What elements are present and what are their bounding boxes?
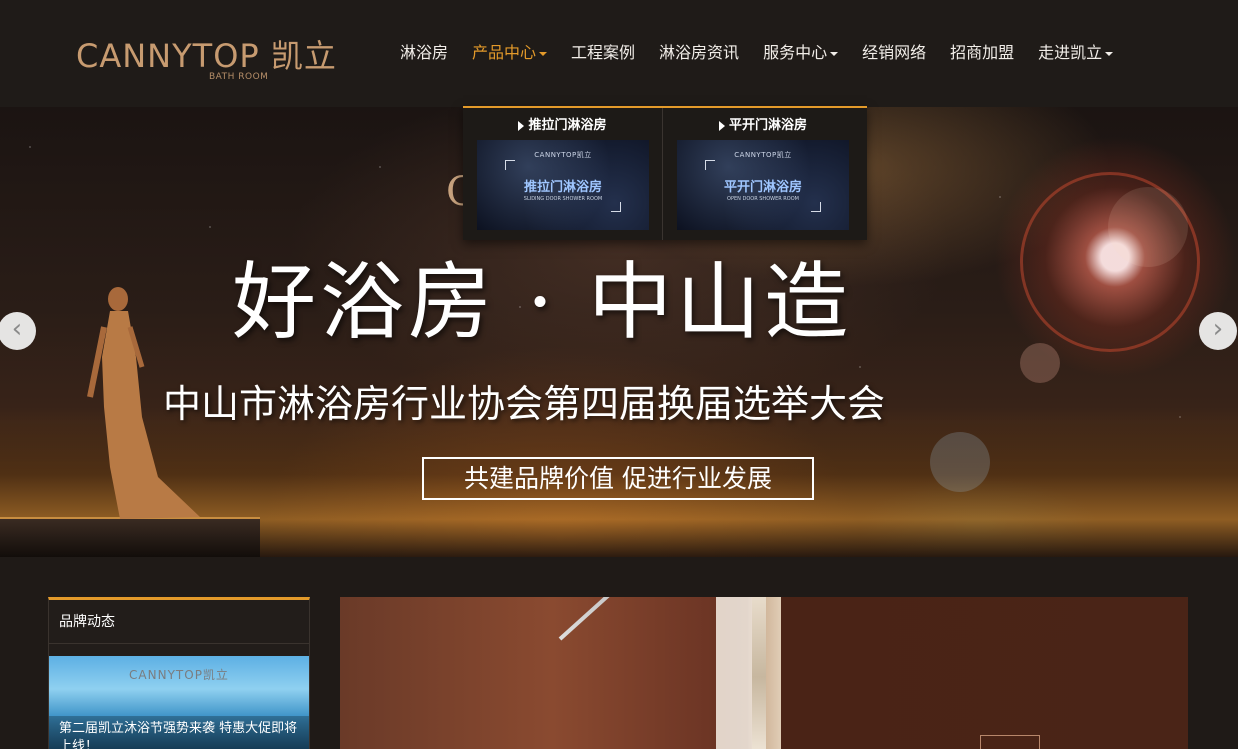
brand-news-image[interactable]: CANNYTOP凯立 第二届凯立沐浴节强势来袭 特惠大促即将上线！ xyxy=(49,656,309,749)
dropdown-thumbnail[interactable]: CANNYTOP凯立 推拉门淋浴房 SLIDING DOOR SHOWER RO… xyxy=(477,140,649,230)
triangle-right-icon xyxy=(518,120,525,131)
nav-item-about[interactable]: 走进凯立 xyxy=(1026,38,1125,68)
product-wall xyxy=(716,597,756,749)
site-logo[interactable]: CANNYTOP 凯立 BATH ROOM xyxy=(76,36,346,88)
banner-subline: 中山市淋浴房行业协会第四届换届选举大会 xyxy=(163,382,886,426)
caret-down-icon xyxy=(830,51,839,56)
product-marble xyxy=(752,597,766,749)
lens-flare-dot xyxy=(1020,343,1060,383)
nav-item-products[interactable]: 产品中心 xyxy=(460,38,559,68)
lens-flare-dot xyxy=(930,432,990,492)
logo-subtext: BATH ROOM xyxy=(209,72,269,82)
product-frame xyxy=(980,735,1040,749)
corner-bracket-icon xyxy=(811,202,821,212)
nav-item-shower-room[interactable]: 淋浴房 xyxy=(388,38,460,68)
nav-label: 产品中心 xyxy=(472,43,537,62)
content-section: 品牌动态 CANNYTOP凯立 第二届凯立沐浴节强势来袭 特惠大促即将上线！ xyxy=(0,557,1238,749)
corner-bracket-icon xyxy=(705,160,715,170)
brand-news-title: 品牌动态 xyxy=(49,600,309,644)
dropdown-item-label: 平开门淋浴房 xyxy=(728,118,807,133)
product-showcase-image[interactable] xyxy=(340,597,1188,749)
thumb-logo: CANNYTOP凯立 xyxy=(734,151,792,159)
dropdown-item-label: 推拉门淋浴房 xyxy=(528,118,607,133)
banner-slogan: 共建品牌价值 促进行业发展 xyxy=(422,457,814,500)
dropdown-thumbnail[interactable]: CANNYTOP凯立 平开门淋浴房 OPEN DOOR SHOWER ROOM xyxy=(677,140,849,230)
caret-down-icon xyxy=(539,51,548,56)
brand-news-panel: 品牌动态 CANNYTOP凯立 第二届凯立沐浴节强势来袭 特惠大促即将上线！ xyxy=(48,597,310,749)
site-header: CANNYTOP 凯立 BATH ROOM 淋浴房 产品中心 工程案例 淋浴房资… xyxy=(0,0,1238,107)
dropdown-item-title: 平开门淋浴房 xyxy=(677,116,849,136)
nav-item-franchise[interactable]: 招商加盟 xyxy=(938,38,1026,68)
carousel-next-button[interactable]: › xyxy=(1199,312,1237,350)
dropdown-item-title: 推拉门淋浴房 xyxy=(477,116,648,136)
chevron-left-icon: ‹ xyxy=(11,314,23,344)
chevron-right-icon: › xyxy=(1212,314,1224,344)
nav-label: 淋浴房资讯 xyxy=(659,43,740,62)
nav-item-news[interactable]: 淋浴房资讯 xyxy=(647,38,751,68)
nav-label: 工程案例 xyxy=(571,43,636,62)
thumb-subtitle: OPEN DOOR SHOWER ROOM xyxy=(727,196,799,202)
brand-news-caption[interactable]: 第二届凯立沐浴节强势来袭 特惠大促即将上线！ xyxy=(49,716,309,749)
nav-label: 招商加盟 xyxy=(950,43,1015,62)
nav-label: 淋浴房 xyxy=(400,43,449,62)
banner-headline: 好浴房 · 中山造 xyxy=(232,253,853,351)
thumb-logo: CANNYTOP凯立 xyxy=(534,151,592,159)
products-dropdown: 推拉门淋浴房 CANNYTOP凯立 推拉门淋浴房 SLIDING DOOR SH… xyxy=(463,106,867,240)
thumb-title: 平开门淋浴房 xyxy=(723,180,802,195)
caret-down-icon xyxy=(1105,51,1114,56)
logo-text: CANNYTOP 凯立 xyxy=(76,37,337,75)
thumb-subtitle: SLIDING DOOR SHOWER ROOM xyxy=(523,196,603,202)
nav-item-dealers[interactable]: 经销网络 xyxy=(850,38,938,68)
corner-bracket-icon xyxy=(505,160,515,170)
dropdown-item-sliding-door[interactable]: 推拉门淋浴房 CANNYTOP凯立 推拉门淋浴房 SLIDING DOOR SH… xyxy=(463,108,663,240)
nav-label: 服务中心 xyxy=(763,43,828,62)
dropdown-item-open-door[interactable]: 平开门淋浴房 CANNYTOP凯立 平开门淋浴房 OPEN DOOR SHOWE… xyxy=(663,108,863,240)
nav-item-service[interactable]: 服务中心 xyxy=(751,38,850,68)
main-nav: 淋浴房 产品中心 工程案例 淋浴房资讯 服务中心 经销网络 招商加盟 走进凯立 xyxy=(388,38,1125,68)
nav-item-cases[interactable]: 工程案例 xyxy=(559,38,647,68)
nav-label: 经销网络 xyxy=(862,43,927,62)
triangle-right-icon xyxy=(718,120,725,131)
lens-flare-glow xyxy=(1108,187,1188,267)
brand-news-image-logo: CANNYTOP凯立 xyxy=(129,668,229,682)
page: CANNYTOP 凯立 BATH ROOM 淋浴房 产品中心 工程案例 淋浴房资… xyxy=(0,0,1238,749)
corner-bracket-icon xyxy=(611,202,621,212)
thumb-title: 推拉门淋浴房 xyxy=(523,180,602,195)
nav-label: 走进凯立 xyxy=(1038,43,1103,62)
